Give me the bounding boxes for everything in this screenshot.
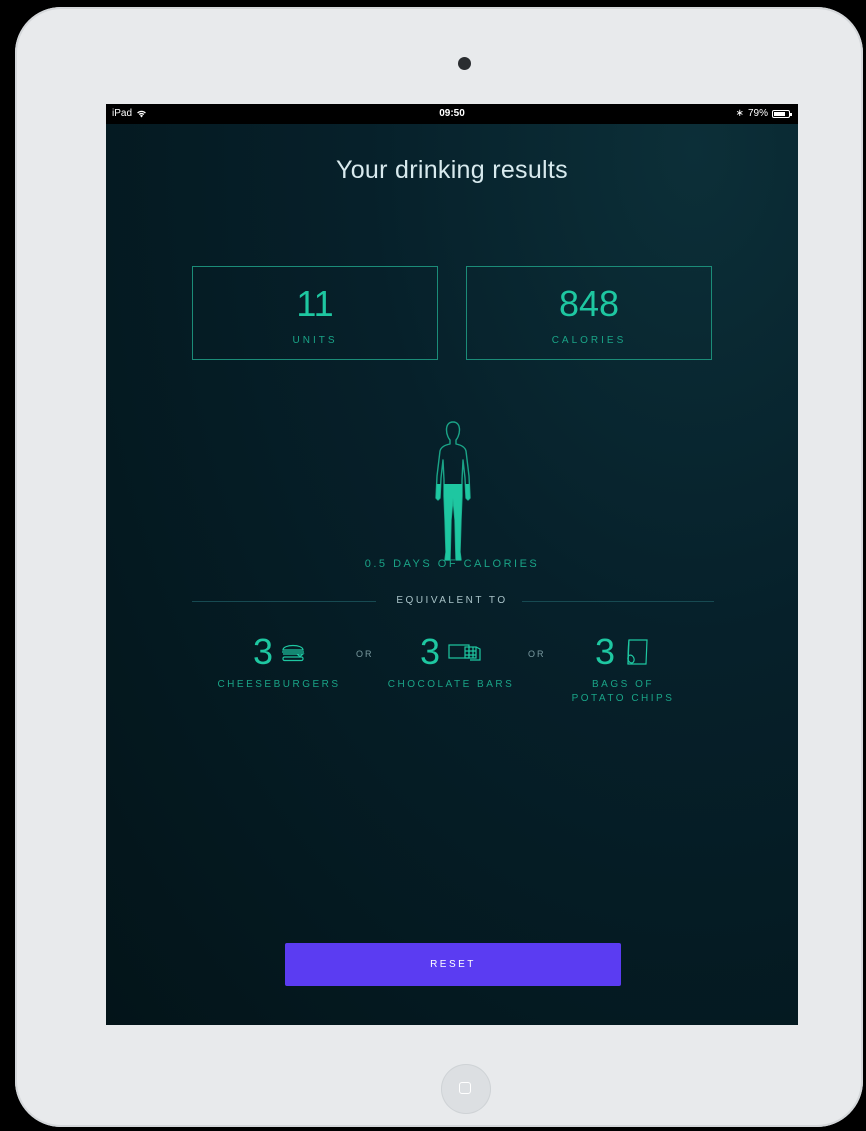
page-title: Your drinking results xyxy=(336,156,568,184)
equivalent-to-label: EQUIVALENT TO xyxy=(396,595,508,606)
units-value: 11 xyxy=(296,283,334,324)
units-card: 11 UNITS xyxy=(192,266,438,360)
units-label: UNITS xyxy=(292,335,338,346)
equivalent-cheeseburgers: 3 CHEESEBURGERS xyxy=(194,632,364,692)
chips-label: BAGS OF POTATO CHIPS xyxy=(538,678,708,706)
battery-percent: 79% xyxy=(747,108,768,119)
home-button[interactable] xyxy=(441,1064,491,1114)
chips-count: 3 xyxy=(594,631,616,672)
chocolate-bar-count: 3 xyxy=(419,631,441,672)
chocolate-bar-label: CHOCOLATE BARS xyxy=(387,679,515,690)
app-screen: iPad 09:50 ∗ 79% Your drinking results 1… xyxy=(106,104,798,1025)
cheeseburger-icon xyxy=(282,644,305,662)
calories-card: 848 CALORIES xyxy=(466,266,712,360)
home-button-square-icon xyxy=(459,1082,471,1094)
status-time: 09:50 xyxy=(439,108,465,119)
reset-button[interactable]: RESET xyxy=(285,943,621,986)
equivalent-chocolate-bars: 3 CHOCOLATE BARS xyxy=(366,632,536,692)
chips-label-line2: POTATO CHIPS xyxy=(571,693,675,704)
person-figure-icon xyxy=(435,421,471,561)
chips-label-line1: BAGS OF xyxy=(592,679,654,690)
battery-fill xyxy=(774,111,786,116)
bluetooth-icon: ∗ xyxy=(735,108,744,119)
calories-value: 848 xyxy=(558,283,620,324)
cheeseburger-count: 3 xyxy=(252,631,274,672)
battery-icon xyxy=(772,109,792,118)
status-bar: iPad 09:50 ∗ 79% xyxy=(106,104,798,124)
calories-label: CALORIES xyxy=(551,335,627,346)
front-camera xyxy=(458,57,471,70)
cheeseburger-label: CHEESEBURGERS xyxy=(217,679,341,690)
equivalent-potato-chips: 3 BAGS OF POTATO CHIPS xyxy=(538,632,708,706)
chips-bag-icon xyxy=(627,639,648,665)
chocolate-bar-icon xyxy=(448,644,481,661)
days-of-calories-label: 0.5 DAYS OF CALORIES xyxy=(364,558,540,570)
